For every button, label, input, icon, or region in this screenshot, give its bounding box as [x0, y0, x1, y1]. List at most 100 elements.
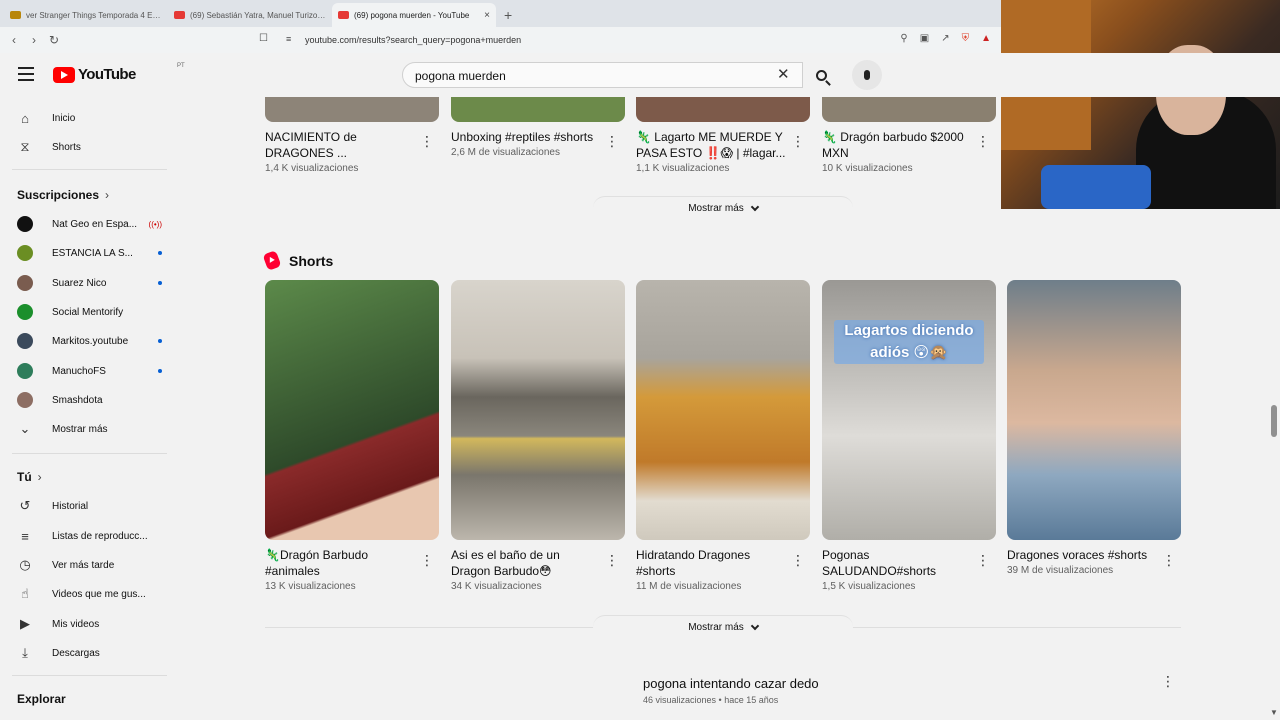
subscription-item[interactable]: Nat Geo en Espa... ((•)): [17, 213, 162, 235]
short-title[interactable]: Dragones voraces #shorts: [1007, 547, 1157, 563]
subscriptions-header[interactable]: Suscripciones ›: [17, 188, 109, 202]
short-card[interactable]: Asi es el baño de un Dragon Barbudo😳 34 …: [451, 280, 625, 592]
more-options-icon[interactable]: ⋮: [605, 552, 619, 569]
subscription-item[interactable]: Smashdota: [17, 389, 162, 411]
bookmark-icon[interactable]: ☐: [259, 33, 268, 44]
thumbs-up-icon: ☝: [21, 586, 29, 601]
more-options-icon[interactable]: ⋮: [605, 133, 619, 150]
new-content-dot: [158, 339, 162, 343]
browser-tab[interactable]: (69) Sebastián Yatra, Manuel Turizo, I..…: [168, 3, 332, 27]
youtube-logo[interactable]: YouTube PT: [53, 63, 185, 83]
video-result[interactable]: pogona intentando cazar dedo 46 visualiz…: [643, 676, 819, 705]
video-card[interactable]: 🦎 Lagarto ME MUERDE Y PASA ESTO ‼️😱 | #l…: [636, 97, 810, 174]
more-options-icon[interactable]: ⋮: [1161, 673, 1175, 690]
browser-tab-active[interactable]: (69) pogona muerden - YouTube ×: [332, 3, 496, 27]
avatar: [17, 363, 33, 379]
short-title[interactable]: Hidratando Dragones #shorts: [636, 547, 786, 579]
video-title[interactable]: NACIMIENTO de DRAGONES ...: [265, 129, 415, 161]
video-views: 1,4 K visualizaciones: [265, 163, 359, 174]
video-card[interactable]: NACIMIENTO de DRAGONES ... 1,4 K visuali…: [265, 97, 439, 174]
short-thumbnail[interactable]: Lagartos diciendo adiós 😲🙊: [822, 280, 996, 540]
tab-close-icon[interactable]: ×: [484, 10, 490, 21]
show-more-button[interactable]: Mostrar más: [593, 615, 853, 639]
zoom-icon[interactable]: ⚲: [900, 33, 907, 44]
url-field[interactable]: youtube.com/results?search_query=pogona+…: [305, 35, 521, 45]
chevron-down-icon: [750, 621, 760, 631]
short-thumbnail[interactable]: [636, 280, 810, 540]
video-views: 1,1 K visualizaciones: [636, 163, 730, 174]
short-card[interactable]: Lagartos diciendo adiós 😲🙊 Pogonas SALUD…: [822, 280, 996, 592]
sidebar-item-listas[interactable]: ≡ Listas de reproducc...: [17, 525, 167, 547]
short-title[interactable]: Pogonas SALUDANDO#shorts: [822, 547, 972, 579]
short-thumbnail[interactable]: [451, 280, 625, 540]
video-card[interactable]: 🦎 Dragón barbudo $2000 MXN 10 K visualiz…: [822, 97, 996, 174]
short-thumbnail[interactable]: [265, 280, 439, 540]
sidebar-item-shorts[interactable]: ⧖ Shorts: [17, 136, 167, 158]
youtube-favicon-icon: [174, 11, 185, 19]
sidebar: ⌂ Inicio ⧖ Shorts Suscripciones › Nat Geo…: [0, 97, 170, 720]
you-header[interactable]: Tú ›: [17, 470, 42, 484]
sidebar-item-historial[interactable]: ↺ Historial: [17, 495, 167, 517]
browser-tab[interactable]: ver Stranger Things Temporada 4 Ep...: [4, 3, 168, 27]
address-bar: ‹ › ↻ ☐ ≡ youtube.com/results?search_que…: [0, 27, 1001, 53]
more-options-icon[interactable]: ⋮: [976, 133, 990, 150]
short-title[interactable]: 🦎Dragón Barbudo #animales: [265, 547, 415, 579]
more-options-icon[interactable]: ⋮: [420, 133, 434, 150]
forward-icon[interactable]: ›: [24, 33, 44, 47]
video-card[interactable]: Unboxing #reptiles #shorts 2,6 M de visu…: [451, 97, 625, 158]
back-icon[interactable]: ‹: [4, 33, 24, 47]
scroll-down-icon[interactable]: ▼: [1270, 708, 1278, 717]
more-options-icon[interactable]: ⋮: [791, 133, 805, 150]
video-title[interactable]: 🦎 Dragón barbudo $2000 MXN: [822, 129, 972, 161]
shorts-icon: ⧖: [20, 139, 30, 154]
sidebar-item-mis-videos[interactable]: ▶ Mis videos: [17, 613, 167, 635]
search-input[interactable]: pogona muerden: [402, 62, 803, 88]
chevron-down-icon: [750, 202, 760, 212]
video-thumbnail[interactable]: [636, 97, 810, 122]
rewards-icon[interactable]: ▲: [981, 33, 991, 44]
share-icon[interactable]: ↗: [941, 33, 949, 44]
video-thumbnail[interactable]: [451, 97, 625, 122]
sidebar-show-more[interactable]: ⌄ Mostrar más: [17, 418, 167, 440]
short-title[interactable]: Asi es el baño de un Dragon Barbudo😳: [451, 547, 601, 579]
more-options-icon[interactable]: ⋮: [420, 552, 434, 569]
playlist-icon: ≡: [21, 528, 29, 544]
short-card[interactable]: Hidratando Dragones #shorts 11 M de visu…: [636, 280, 810, 592]
video-title[interactable]: pogona intentando cazar dedo: [643, 676, 819, 691]
chevron-down-icon: ⌄: [19, 421, 31, 436]
short-thumbnail[interactable]: [1007, 280, 1181, 540]
video-thumbnail[interactable]: [265, 97, 439, 122]
more-options-icon[interactable]: ⋮: [791, 552, 805, 569]
video-title[interactable]: Unboxing #reptiles #shorts: [451, 129, 601, 145]
subscription-item[interactable]: Suarez Nico: [17, 272, 162, 294]
sidebar-item-descargas[interactable]: ⤓ Descargas: [17, 642, 167, 664]
more-options-icon[interactable]: ⋮: [976, 552, 990, 569]
download-icon: ⤓: [22, 645, 28, 660]
sidebar-item-ver-mas-tarde[interactable]: ◷ Ver más tarde: [17, 554, 167, 576]
brave-shield-icon[interactable]: ⛨: [962, 33, 970, 44]
sidebar-item-videos-gusta[interactable]: ☝ Videos que me gus...: [17, 583, 167, 605]
cast-icon[interactable]: ▣: [920, 33, 929, 44]
video-thumbnail[interactable]: [822, 97, 996, 122]
sidebar-item-inicio[interactable]: ⌂ Inicio: [17, 107, 167, 129]
reload-icon[interactable]: ↻: [44, 33, 64, 47]
video-title[interactable]: 🦎 Lagarto ME MUERDE Y PASA ESTO ‼️😱 | #l…: [636, 129, 786, 161]
subscription-item[interactable]: ESTANCIA LA S...: [17, 242, 162, 264]
new-content-dot: [158, 281, 162, 285]
show-more-button[interactable]: Mostrar más: [593, 196, 853, 220]
menu-icon[interactable]: [18, 67, 34, 81]
site-info-icon[interactable]: ≡: [286, 34, 291, 44]
more-options-icon[interactable]: ⋮: [1162, 552, 1176, 569]
subscription-item[interactable]: Social Mentorify: [17, 301, 162, 323]
search-button[interactable]: [803, 62, 839, 88]
subscription-item[interactable]: ManuchoFS: [17, 360, 162, 382]
short-card[interactable]: 🦎Dragón Barbudo #animales 13 K visualiza…: [265, 280, 439, 592]
new-tab-button[interactable]: +: [496, 7, 520, 27]
scrollbar-thumb[interactable]: [1271, 405, 1277, 437]
voice-search-button[interactable]: [852, 60, 882, 90]
new-content-dot: [158, 251, 162, 255]
short-card[interactable]: Dragones voraces #shorts 39 M de visuali…: [1007, 280, 1181, 576]
subscription-item[interactable]: Markitos.youtube: [17, 330, 162, 352]
explore-header: Explorar: [17, 692, 66, 706]
clear-search-icon[interactable]: ✕: [777, 65, 790, 83]
